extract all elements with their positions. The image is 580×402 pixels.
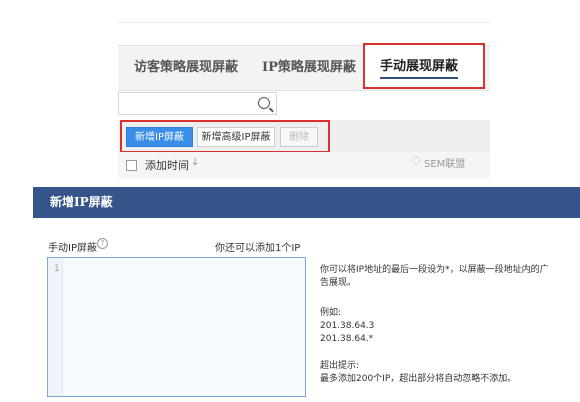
example-1: 201.38.64.3: [320, 321, 375, 331]
tab-manual-label: 手动展现屏蔽: [380, 59, 459, 79]
example-block: 例如: 201.38.64.3 201.38.64.*: [320, 307, 374, 346]
watermark-text: SEM联盟: [424, 159, 466, 170]
sort-down-icon[interactable]: ↓: [191, 157, 199, 168]
tab-ip-strategy[interactable]: IP策略展现屏蔽: [262, 46, 356, 90]
watermark-icon: ◌: [412, 155, 421, 166]
column-added-time[interactable]: 添加时间: [145, 157, 189, 173]
limit-title: 超出提示:: [320, 361, 360, 371]
limit-block: 超出提示: 最多添加200个IP，超出部分将自动忽略不添加。: [320, 360, 570, 386]
manual-ip-label: 手动IP屏蔽: [48, 243, 97, 254]
search-input[interactable]: [123, 94, 257, 116]
tab-visitor-strategy[interactable]: 访客策略展现屏蔽: [134, 46, 238, 90]
delete-button[interactable]: 删除: [280, 127, 318, 147]
search-icon[interactable]: [258, 97, 270, 109]
dialog-header: 新增IP屏蔽: [33, 187, 580, 218]
hint-text: 你可以将IP地址的最后一段设为*，以屏蔽一段地址内的广告展现。: [320, 265, 549, 288]
search-box: [118, 92, 277, 116]
add-ip-block-button[interactable]: 新增IP屏蔽: [126, 127, 193, 147]
top-divider: [118, 22, 490, 23]
line-gutter: [48, 258, 63, 396]
tab-manual[interactable]: 手动展现屏蔽: [380, 45, 459, 89]
add-advanced-ip-block-button[interactable]: 新增高级IP屏蔽: [197, 127, 275, 147]
example-2: 201.38.64.*: [320, 334, 374, 344]
select-all-checkbox[interactable]: [126, 160, 137, 171]
ip-input-textarea[interactable]: 1: [47, 257, 306, 397]
example-title: 例如:: [320, 308, 342, 318]
line-number: 1: [54, 264, 60, 274]
limit-text: 最多添加200个IP，超出部分将自动忽略不添加。: [320, 374, 517, 384]
help-icon[interactable]: ?: [97, 238, 108, 249]
dialog-title: 新增IP屏蔽: [50, 195, 113, 209]
remaining-count: 你还可以添加1个IP: [215, 243, 301, 254]
